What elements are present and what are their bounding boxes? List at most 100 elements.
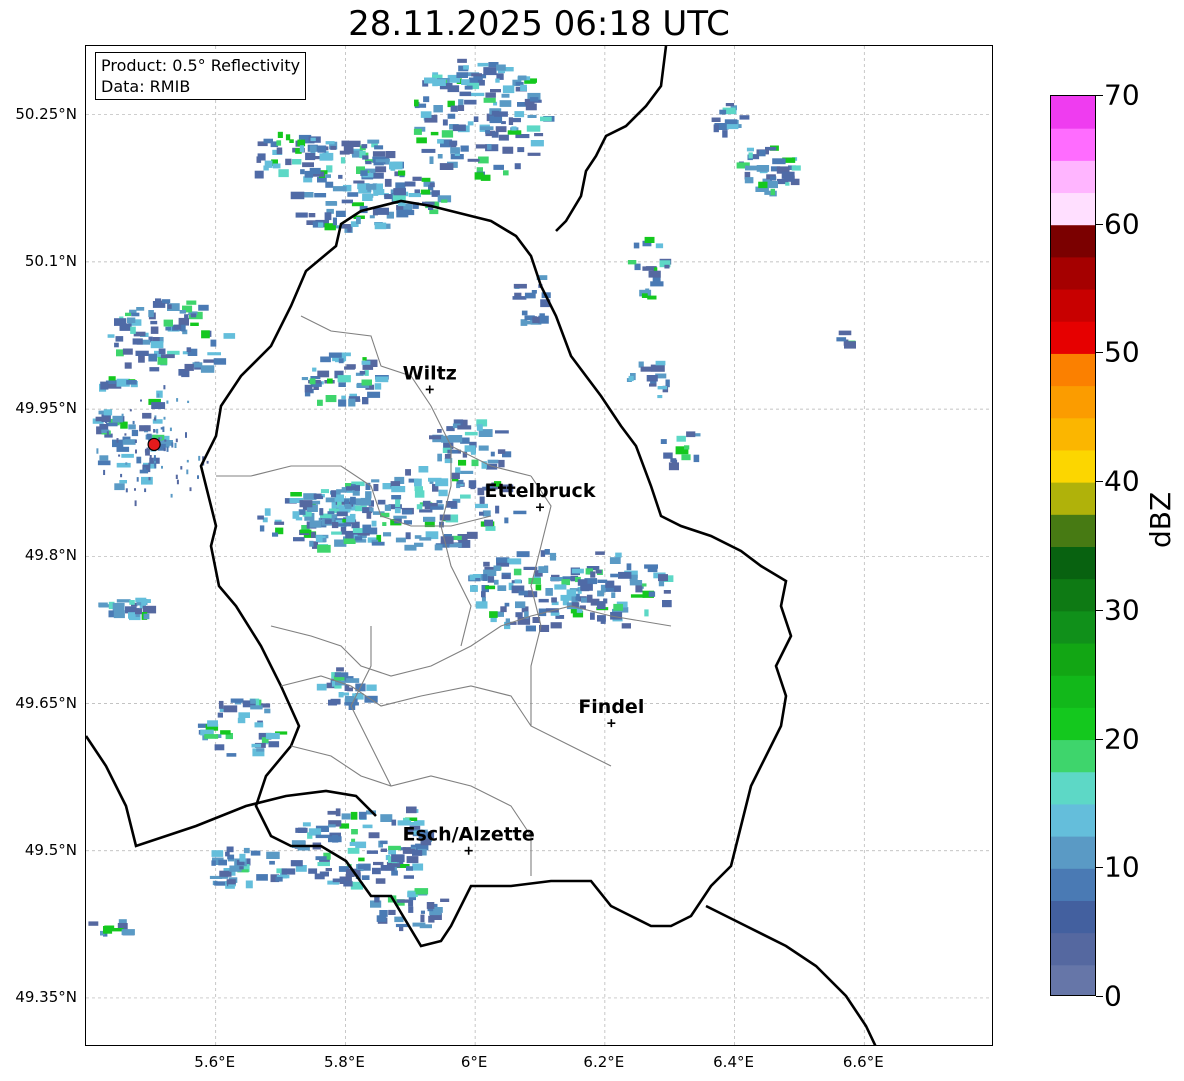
echo-pixel [250, 850, 261, 856]
echo-pixel [144, 488, 147, 493]
colorbar-tick-label: 30 [1104, 593, 1140, 627]
echo-pixel [436, 500, 443, 504]
echo-pixel [532, 316, 540, 324]
echo-pixel [391, 870, 398, 876]
colorbar-label: dBZ [1144, 491, 1177, 548]
echo-pixel [597, 590, 605, 597]
echo-pixel [125, 462, 128, 465]
echo-pixel [300, 169, 305, 175]
echo-pixel [136, 456, 142, 464]
echo-pixel [302, 822, 311, 827]
echo-pixel [375, 878, 386, 884]
product-info-box: Product: 0.5° Reflectivity Data: RMIB [95, 52, 307, 100]
echo-pixel [437, 139, 444, 144]
echo-pixel [184, 363, 194, 371]
echo-pixel [95, 416, 109, 422]
echo-pixel [377, 499, 386, 505]
echo-pixel [112, 602, 125, 611]
echo-pixel [500, 135, 507, 140]
echo-pixel [186, 347, 192, 352]
echo-pixel [289, 139, 294, 143]
echo-pixel [394, 507, 401, 514]
echo-pixel [304, 384, 313, 393]
echo-pixel [325, 141, 335, 145]
echo-pixel [630, 594, 645, 598]
echo-pixel [460, 145, 469, 152]
echo-pixel [450, 105, 458, 112]
echo-pixel [167, 304, 172, 309]
echo-pixel [414, 486, 423, 491]
echo-pixel [389, 161, 403, 170]
echo-pixel [495, 126, 507, 133]
echo-pixel [380, 865, 395, 871]
echo-pixel [130, 326, 136, 334]
echo-pixel [406, 856, 419, 864]
echo-pixel [360, 170, 368, 176]
echo-pixel [470, 585, 478, 592]
echo-pixel [190, 313, 197, 318]
echo-pixel [295, 827, 308, 833]
product-label: Product: 0.5° Reflectivity [101, 56, 301, 75]
echo-pixel [746, 147, 754, 152]
echo-pixel [561, 579, 570, 586]
echo-pixel [113, 610, 125, 619]
echo-pixel [151, 402, 166, 409]
echo-pixel [512, 296, 527, 300]
colorbar-swatch [1051, 128, 1095, 161]
echo-pixel [181, 324, 186, 332]
echo-pixel [291, 159, 302, 165]
echo-pixel [412, 922, 426, 927]
echo-pixel [153, 417, 156, 421]
echo-pixel [361, 360, 371, 365]
echo-pixel [770, 188, 775, 196]
echo-pixel [655, 360, 666, 366]
echo-pixel [134, 500, 137, 507]
echo-pixel [135, 350, 149, 356]
echo-pixel [127, 317, 136, 323]
colorbar-swatch [1051, 482, 1095, 515]
colorbar-swatch [1051, 353, 1095, 387]
echo-pixel [238, 712, 250, 718]
echo-pixel [327, 378, 333, 384]
echo-pixel [315, 834, 330, 839]
echo-pixel [332, 186, 347, 192]
echo-pixel [104, 424, 107, 428]
echo-pixel [309, 145, 317, 152]
echo-pixel [135, 608, 142, 615]
echo-pixel [347, 226, 352, 233]
echo-pixel [554, 584, 567, 590]
echo-pixel [408, 906, 414, 913]
echo-pixel [343, 146, 354, 154]
echo-pixel [770, 176, 777, 181]
echo-pixel [362, 357, 367, 361]
echo-pixel [136, 307, 145, 311]
colorbar-swatch [1051, 643, 1095, 676]
echo-pixel [276, 147, 283, 155]
echo-pixel [338, 382, 346, 387]
echo-pixel [529, 97, 539, 102]
echo-pixel [414, 542, 424, 547]
south-east-border [705, 904, 877, 1045]
echo-pixel [487, 459, 499, 464]
echo-pixel [204, 734, 219, 739]
colorbar-tick-label: 20 [1104, 722, 1140, 756]
echo-pixel [325, 497, 336, 503]
echo-pixel [491, 110, 500, 116]
radar-echoes [88, 58, 856, 937]
colorbar-tick-mark [1096, 352, 1103, 354]
echo-pixel [470, 92, 485, 97]
echo-pixel [362, 155, 369, 160]
echo-pixel [375, 166, 387, 173]
echo-pixel [577, 579, 588, 586]
echo-pixel [313, 386, 319, 390]
lon-tick-label: 6°E [460, 1053, 488, 1071]
echo-pixel [161, 299, 171, 304]
echo-pixel [317, 370, 330, 378]
echo-pixel [413, 128, 422, 135]
radar-map[interactable]: Wiltz Ettelbruck Findel Esch/Alzette [85, 45, 993, 1046]
echo-pixel [485, 92, 496, 98]
colorbar-swatch [1051, 289, 1095, 322]
echo-pixel [353, 180, 365, 184]
echo-pixel [374, 145, 384, 150]
echo-pixel [640, 366, 652, 372]
